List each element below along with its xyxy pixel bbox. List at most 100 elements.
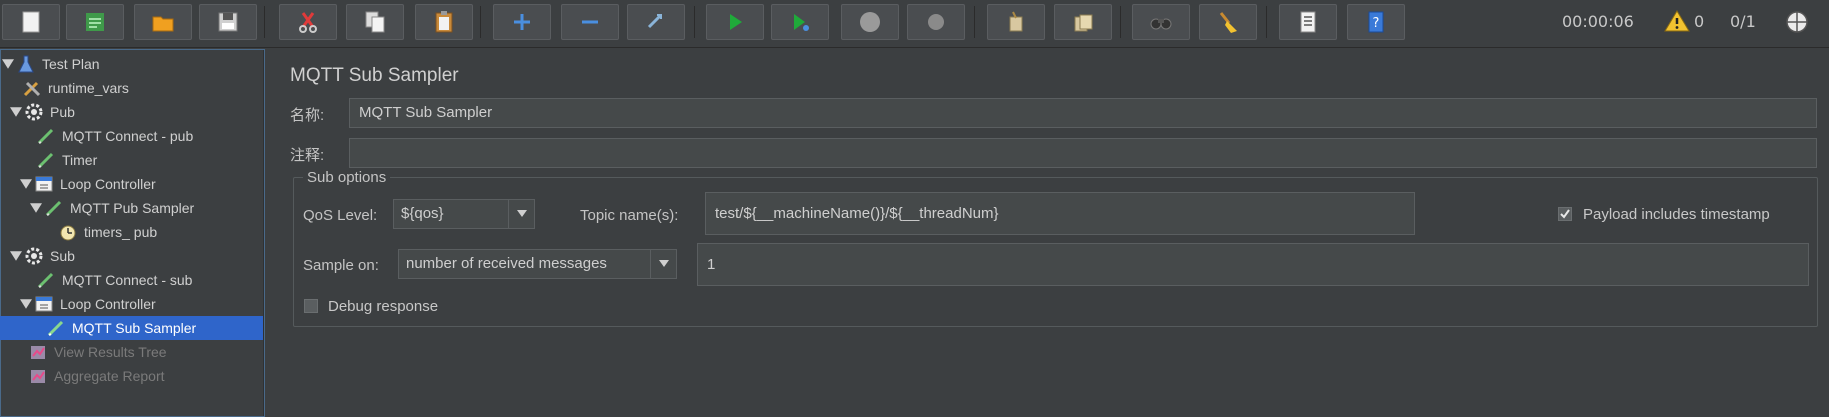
sample-on-combo[interactable]: number of received messages [398,249,677,279]
copy-button[interactable] [346,4,404,40]
comment-field[interactable] [349,138,1817,168]
help-button[interactable]: ? [1347,4,1405,40]
qos-combo[interactable]: ${qos} [393,199,535,229]
tree-item-label: timers_ pub [84,224,158,240]
thread-group-gear-icon [24,102,44,122]
payload-timestamp-checkbox[interactable] [1558,207,1572,221]
clear-button[interactable] [987,4,1045,40]
tree-item-test-plan[interactable]: Test Plan [2,52,263,76]
test-plan-tree[interactable]: Test Plan runtime_vars Pub MQTT Connect … [0,49,265,417]
expand-button[interactable] [493,4,551,40]
minus-icon [582,20,598,24]
payload-timestamp-label[interactable]: Payload includes timestamp [1583,206,1770,223]
thread-group-gear-icon [24,246,44,266]
check-icon [1560,209,1570,219]
tree-item-view-results-tree[interactable]: View Results Tree [28,340,263,364]
jmeter-window: ? 00:00:06 0 0/1 Test Plan runtime_vars … [0,0,1829,417]
tree-item-mqtt-connect-pub[interactable]: MQTT Connect - pub [36,124,263,148]
qos-label: QoS Level: [303,207,378,224]
expand-triangle-icon[interactable] [2,58,14,70]
sampler-config-panel: MQTT Sub Sampler 名称: MQTT Sub Sampler 注释… [267,49,1829,417]
chevron-down-icon[interactable] [508,200,534,228]
expand-triangle-icon[interactable] [10,250,22,262]
toggle-icon [647,13,663,29]
tree-item-label: View Results Tree [54,344,167,360]
new-button[interactable] [2,4,60,40]
tree-item-label: MQTT Connect - sub [62,272,193,288]
tree-item-label: Test Plan [42,56,100,72]
help-icon: ? [1368,11,1384,33]
tree-item-loop-controller-pub[interactable]: Loop Controller [20,172,263,196]
function-helper-button[interactable] [1279,4,1337,40]
warning-count: 0 [1694,12,1705,31]
tree-item-label: Loop Controller [60,176,156,192]
open-button[interactable] [134,4,192,40]
tree-item-timer[interactable]: Timer [36,148,263,172]
shutdown-button[interactable] [907,4,965,40]
name-field[interactable]: MQTT Sub Sampler [349,98,1817,128]
start-no-pause-button[interactable] [771,4,829,40]
copy-icon [365,11,385,33]
name-label: 名称: [290,107,325,124]
tree-item-sub[interactable]: Sub [10,244,263,268]
reset-search-button[interactable] [1199,4,1257,40]
tree-item-mqtt-pub-sampler[interactable]: MQTT Pub Sampler [30,196,263,220]
function-list-icon [1300,11,1316,33]
sampler-pen-icon [46,318,66,338]
debug-response-label[interactable]: Debug response [328,298,438,315]
sampler-pen-icon [44,198,64,218]
debug-response-checkbox[interactable] [304,299,318,313]
warning-icon[interactable] [1664,9,1690,33]
stop-icon [860,12,880,32]
tree-item-aggregate-report[interactable]: Aggregate Report [28,364,263,388]
open-folder-icon [152,16,174,32]
comment-label: 注释: [290,147,325,164]
stop-button[interactable] [841,4,899,40]
sample-on-value: number of received messages [406,255,607,272]
collapse-button[interactable] [561,4,619,40]
tree-item-label: Loop Controller [60,296,156,312]
config-element-icon [22,78,42,98]
sampler-pen-icon [36,126,56,146]
tree-item-mqtt-sub-sampler[interactable]: MQTT Sub Sampler [0,316,263,340]
save-button[interactable] [199,4,257,40]
tree-item-runtime-vars[interactable]: runtime_vars [22,76,263,100]
tree-item-label: Aggregate Report [54,368,165,384]
paste-button[interactable] [415,4,473,40]
start-button[interactable] [706,4,764,40]
tree-item-label: MQTT Pub Sampler [70,200,195,216]
shutdown-icon [928,14,944,30]
sampler-pen-icon [36,270,56,290]
search-button[interactable] [1132,4,1190,40]
cut-button[interactable] [279,4,337,40]
sample-count-field[interactable]: 1 [697,243,1809,286]
plus-icon [514,14,530,30]
tree-item-mqtt-connect-sub[interactable]: MQTT Connect - sub [36,268,263,292]
clear-all-button[interactable] [1054,4,1112,40]
toggle-button[interactable] [627,4,685,40]
topic-field[interactable]: test/${__machineName()}/${__threadNum} [705,192,1415,235]
expand-triangle-icon[interactable] [20,178,32,190]
tree-item-label: MQTT Connect - pub [62,128,194,144]
tree-item-label: Sub [50,248,75,264]
broom-icon [1219,12,1237,33]
scissors-icon [299,12,317,33]
expand-triangle-icon[interactable] [30,202,42,214]
expand-triangle-icon[interactable] [20,298,32,310]
elapsed-time: 00:00:06 [1562,12,1634,31]
templates-button[interactable] [66,4,124,40]
loop-controller-icon [34,174,54,194]
expand-triangle-icon[interactable] [10,106,22,118]
thread-count: 0/1 [1730,12,1756,31]
remote-globe-icon[interactable] [1784,9,1810,35]
tree-item-pub[interactable]: Pub [10,100,263,124]
topic-label: Topic name(s): [580,207,679,224]
chevron-down-icon[interactable] [650,250,676,278]
sub-options-legend: Sub options [303,169,391,186]
new-document-icon [22,11,40,33]
timer-clock-icon [58,222,78,242]
listener-chart-icon [28,342,48,362]
tree-item-timers-pub[interactable]: timers_ pub [58,220,263,244]
tree-item-loop-controller-sub[interactable]: Loop Controller [20,292,263,316]
clear-broom-icon [1009,11,1023,32]
